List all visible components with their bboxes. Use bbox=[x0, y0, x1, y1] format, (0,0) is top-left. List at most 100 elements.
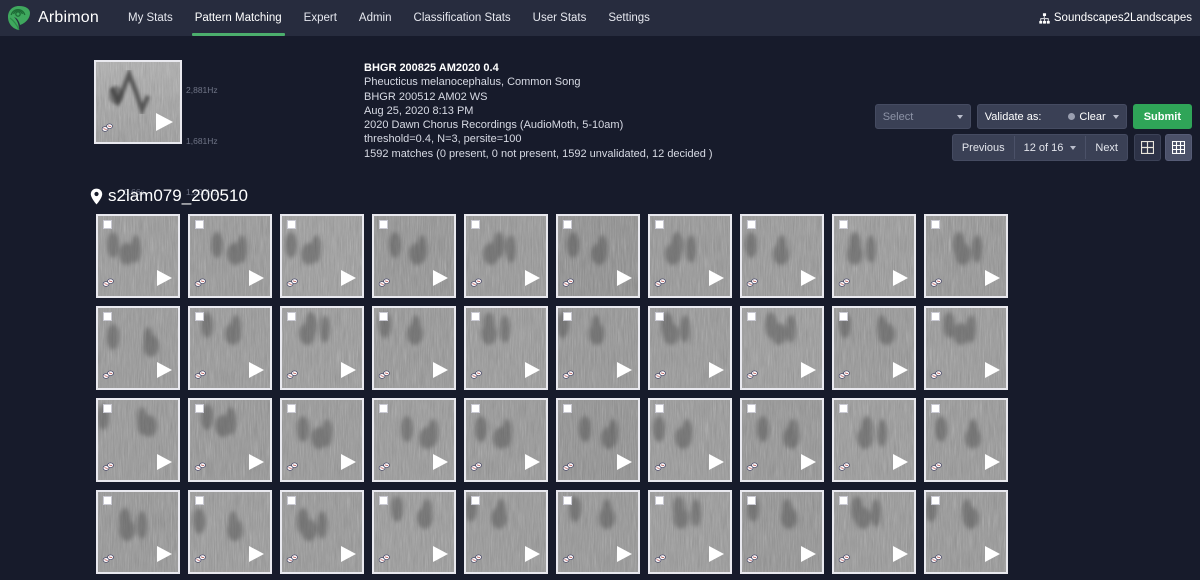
play-icon[interactable] bbox=[706, 452, 726, 477]
match-tile[interactable] bbox=[924, 490, 1008, 574]
play-icon[interactable] bbox=[890, 544, 910, 569]
match-tile[interactable] bbox=[648, 214, 732, 298]
spectrogram-link-icon[interactable] bbox=[746, 275, 759, 293]
play-icon[interactable] bbox=[338, 268, 358, 293]
match-tile[interactable] bbox=[188, 306, 272, 390]
play-icon[interactable] bbox=[890, 452, 910, 477]
match-tile[interactable] bbox=[96, 490, 180, 574]
play-icon[interactable] bbox=[430, 268, 450, 293]
spectrogram-link-icon[interactable] bbox=[194, 367, 207, 385]
match-tile-checkbox[interactable] bbox=[747, 496, 756, 505]
match-tile[interactable] bbox=[832, 306, 916, 390]
match-tile[interactable] bbox=[556, 306, 640, 390]
match-tile-checkbox[interactable] bbox=[195, 220, 204, 229]
match-tile-checkbox[interactable] bbox=[563, 220, 572, 229]
select-dropdown[interactable]: Select bbox=[874, 104, 971, 129]
play-icon[interactable] bbox=[153, 111, 175, 138]
spectrogram-link-icon[interactable] bbox=[470, 459, 483, 477]
match-tile[interactable] bbox=[464, 306, 548, 390]
spectrogram-link-icon[interactable] bbox=[746, 367, 759, 385]
match-tile-checkbox[interactable] bbox=[931, 404, 940, 413]
spectrogram-link-icon[interactable] bbox=[102, 367, 115, 385]
match-tile-checkbox[interactable] bbox=[287, 220, 296, 229]
spectrogram-link-icon[interactable] bbox=[562, 275, 575, 293]
spectrogram-link-icon[interactable] bbox=[746, 551, 759, 569]
spectrogram-link-icon[interactable] bbox=[102, 551, 115, 569]
next-page-button[interactable]: Next bbox=[1085, 136, 1127, 159]
match-tile[interactable] bbox=[96, 398, 180, 482]
spectrogram-link-icon[interactable] bbox=[286, 275, 299, 293]
play-icon[interactable] bbox=[430, 452, 450, 477]
match-tile-checkbox[interactable] bbox=[747, 220, 756, 229]
match-tile-checkbox[interactable] bbox=[839, 496, 848, 505]
match-tile[interactable] bbox=[188, 398, 272, 482]
match-tile[interactable] bbox=[740, 490, 824, 574]
spectrogram-link-icon[interactable] bbox=[378, 551, 391, 569]
match-tile[interactable] bbox=[832, 398, 916, 482]
spectrogram-link-icon[interactable] bbox=[102, 459, 115, 477]
match-tile[interactable] bbox=[556, 214, 640, 298]
submit-button[interactable]: Submit bbox=[1132, 104, 1192, 129]
spectrogram-link-icon[interactable] bbox=[102, 275, 115, 293]
match-tile[interactable] bbox=[372, 306, 456, 390]
match-tile[interactable] bbox=[280, 214, 364, 298]
page-selector[interactable]: 12 of 16 bbox=[1013, 136, 1086, 159]
match-tile[interactable] bbox=[924, 214, 1008, 298]
match-tile-checkbox[interactable] bbox=[103, 312, 112, 321]
match-tile[interactable] bbox=[96, 306, 180, 390]
spectrogram-link-icon[interactable] bbox=[194, 551, 207, 569]
match-tile-checkbox[interactable] bbox=[379, 404, 388, 413]
spectrogram-link-icon[interactable] bbox=[930, 459, 943, 477]
match-tile-checkbox[interactable] bbox=[563, 404, 572, 413]
spectrogram-link-icon[interactable] bbox=[930, 275, 943, 293]
match-tile[interactable] bbox=[648, 490, 732, 574]
match-tile-checkbox[interactable] bbox=[655, 312, 664, 321]
play-icon[interactable] bbox=[338, 452, 358, 477]
match-tile-checkbox[interactable] bbox=[471, 404, 480, 413]
play-icon[interactable] bbox=[338, 360, 358, 385]
play-icon[interactable] bbox=[614, 360, 634, 385]
spectrogram-link-icon[interactable] bbox=[838, 275, 851, 293]
play-icon[interactable] bbox=[154, 544, 174, 569]
spectrogram-link-icon[interactable] bbox=[838, 551, 851, 569]
match-tile[interactable] bbox=[556, 490, 640, 574]
nav-item-pattern-matching[interactable]: Pattern Matching bbox=[184, 0, 293, 36]
spectrogram-link-icon[interactable] bbox=[746, 459, 759, 477]
spectrogram-link-icon[interactable] bbox=[286, 551, 299, 569]
spectrogram-link-icon[interactable] bbox=[378, 367, 391, 385]
play-icon[interactable] bbox=[982, 544, 1002, 569]
match-tile-checkbox[interactable] bbox=[747, 404, 756, 413]
match-tile-checkbox[interactable] bbox=[103, 220, 112, 229]
match-tile[interactable] bbox=[372, 398, 456, 482]
play-icon[interactable] bbox=[614, 268, 634, 293]
match-tile-checkbox[interactable] bbox=[655, 496, 664, 505]
match-tile[interactable] bbox=[832, 490, 916, 574]
play-icon[interactable] bbox=[338, 544, 358, 569]
play-icon[interactable] bbox=[522, 452, 542, 477]
play-icon[interactable] bbox=[798, 360, 818, 385]
match-tile-checkbox[interactable] bbox=[287, 496, 296, 505]
match-tile[interactable] bbox=[464, 490, 548, 574]
match-tile[interactable] bbox=[280, 490, 364, 574]
spectrogram-link-icon[interactable] bbox=[286, 459, 299, 477]
match-tile[interactable] bbox=[280, 306, 364, 390]
match-tile-checkbox[interactable] bbox=[655, 404, 664, 413]
play-icon[interactable] bbox=[522, 360, 542, 385]
match-tile[interactable] bbox=[832, 214, 916, 298]
match-tile-checkbox[interactable] bbox=[379, 496, 388, 505]
spectrogram-link-icon[interactable] bbox=[654, 459, 667, 477]
project-selector[interactable]: Soundscapes2Landscapes bbox=[1039, 12, 1192, 24]
play-icon[interactable] bbox=[154, 268, 174, 293]
play-icon[interactable] bbox=[706, 268, 726, 293]
play-icon[interactable] bbox=[430, 360, 450, 385]
reference-spectrogram[interactable] bbox=[94, 60, 182, 144]
match-tile-checkbox[interactable] bbox=[747, 312, 756, 321]
play-icon[interactable] bbox=[614, 452, 634, 477]
spectrogram-link-icon[interactable] bbox=[470, 551, 483, 569]
spectrogram-link-icon[interactable] bbox=[562, 459, 575, 477]
match-tile-checkbox[interactable] bbox=[931, 496, 940, 505]
spectrogram-link-icon[interactable] bbox=[470, 275, 483, 293]
spectrogram-link-icon[interactable] bbox=[101, 120, 114, 138]
play-icon[interactable] bbox=[522, 268, 542, 293]
play-icon[interactable] bbox=[430, 544, 450, 569]
